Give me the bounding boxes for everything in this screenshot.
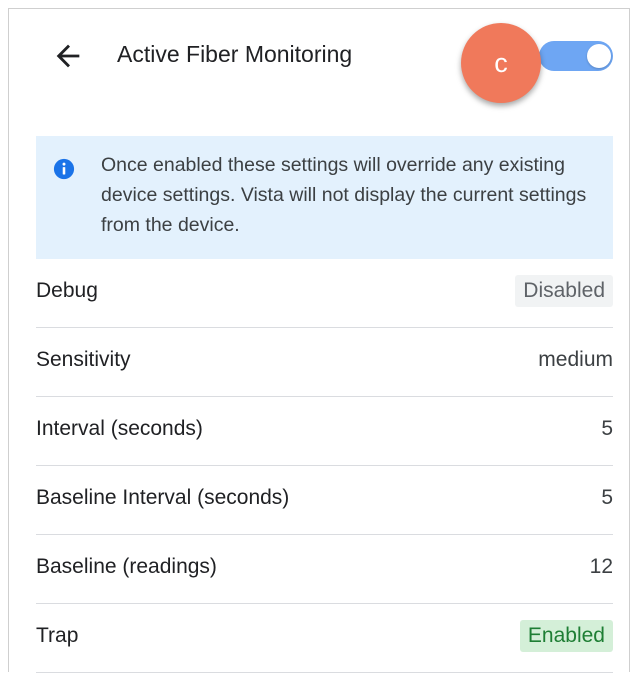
setting-row-debug: Debug Disabled: [36, 259, 613, 328]
setting-label: Debug: [36, 279, 98, 302]
settings-list: Debug Disabled Sensitivity medium Interv…: [36, 259, 613, 673]
step-marker-badge: c: [461, 23, 541, 103]
toggle-thumb: [587, 44, 611, 68]
setting-row-baseline-readings: Baseline (readings) 12: [36, 535, 613, 604]
setting-row-baseline-interval: Baseline Interval (seconds) 5: [36, 466, 613, 535]
setting-value: medium: [538, 348, 613, 371]
status-badge: Disabled: [515, 275, 613, 307]
info-banner: Once enabled these settings will overrid…: [36, 136, 613, 259]
enable-toggle[interactable]: [539, 41, 613, 71]
setting-label: Trap: [36, 624, 79, 647]
page-title: Active Fiber Monitoring: [117, 41, 353, 67]
setting-value: 12: [589, 555, 613, 578]
arrow-left-icon: [56, 44, 80, 68]
setting-value: 5: [601, 486, 613, 509]
setting-row-trap: Trap Enabled: [36, 604, 613, 673]
back-button[interactable]: [51, 39, 85, 73]
setting-label: Sensitivity: [36, 348, 131, 371]
status-badge: Enabled: [519, 620, 613, 652]
settings-panel: Active Fiber Monitoring c Once enabled t…: [8, 8, 630, 673]
setting-label: Baseline (readings): [36, 555, 217, 578]
setting-label: Baseline Interval (seconds): [36, 486, 290, 509]
setting-value: 5: [601, 417, 613, 440]
info-text: Once enabled these settings will overrid…: [101, 154, 587, 236]
panel-header: Active Fiber Monitoring c: [9, 9, 629, 109]
setting-row-interval: Interval (seconds) 5: [36, 397, 613, 466]
info-icon: [53, 158, 75, 180]
setting-row-sensitivity: Sensitivity medium: [36, 328, 613, 397]
setting-label: Interval (seconds): [36, 417, 203, 440]
